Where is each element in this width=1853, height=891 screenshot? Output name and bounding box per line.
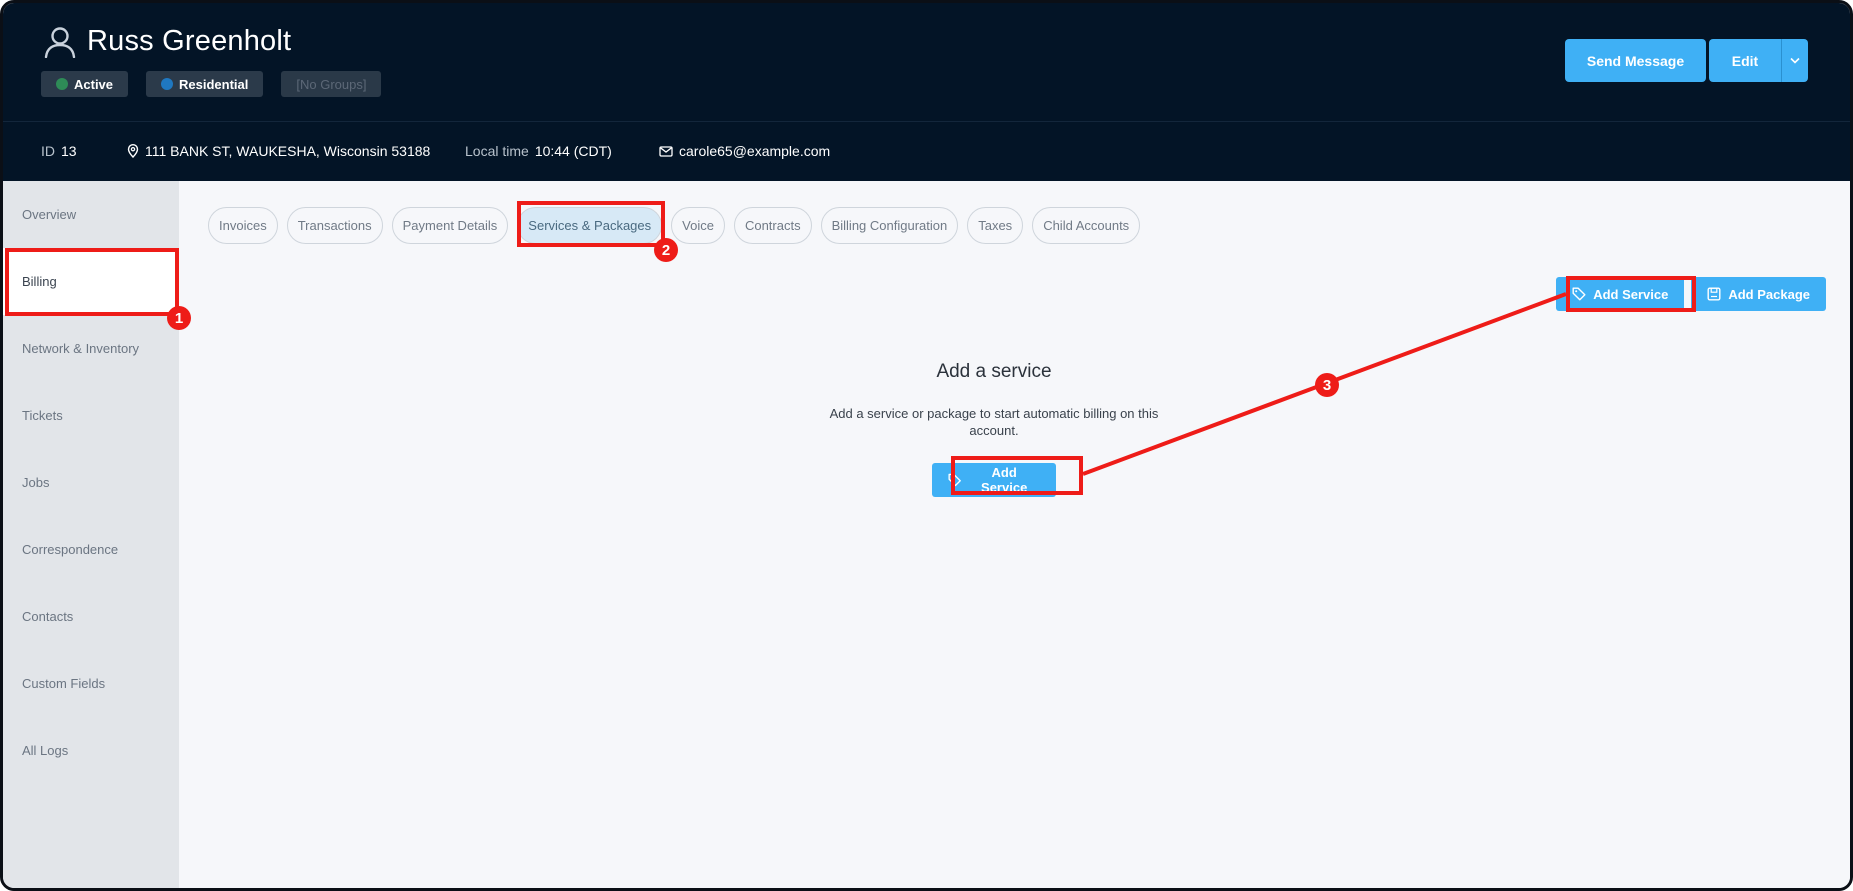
highlight-add-service-empty	[951, 456, 1083, 495]
sidebar-item-correspondence[interactable]: Correspondence	[3, 516, 179, 583]
location-pin-icon	[127, 144, 139, 158]
app-window: Russ Greenholt Active Residential [No Gr…	[0, 0, 1853, 891]
status-badges: Active Residential [No Groups]	[41, 71, 382, 97]
customer-local-time: Local time 10:44 (CDT)	[465, 143, 612, 159]
badge-label: [No Groups]	[296, 76, 367, 92]
customer-address: 111 BANK ST, WAUKESHA, Wisconsin 53188	[127, 143, 430, 159]
id-value: 13	[61, 143, 77, 159]
user-icon	[43, 26, 77, 58]
billing-tabs: Invoices Transactions Payment Details Se…	[208, 207, 1141, 244]
sidebar-item-network-inventory[interactable]: Network & Inventory	[3, 315, 179, 382]
highlight-services-packages-tab	[517, 201, 665, 247]
add-package-button[interactable]: Add Package	[1691, 277, 1826, 311]
status-dot-icon	[56, 78, 68, 90]
tab-payment-details[interactable]: Payment Details	[391, 207, 509, 244]
tab-child-accounts[interactable]: Child Accounts	[1032, 207, 1141, 244]
highlight-billing	[5, 248, 179, 316]
edit-button-group: Edit	[1709, 39, 1808, 82]
mail-icon	[659, 145, 673, 157]
address-text: 111 BANK ST, WAUKESHA, Wisconsin 53188	[145, 143, 431, 159]
badge-label: Active	[74, 76, 114, 92]
step-marker-1: 1	[167, 306, 191, 330]
edit-dropdown-toggle[interactable]	[1781, 39, 1808, 82]
customer-id: ID 13	[41, 143, 77, 159]
tab-contracts[interactable]: Contracts	[733, 207, 812, 244]
sidebar-item-jobs[interactable]: Jobs	[3, 449, 179, 516]
tab-invoices[interactable]: Invoices	[208, 207, 278, 244]
empty-state-title: Add a service	[936, 361, 1052, 382]
step-marker-3: 3	[1315, 373, 1339, 397]
tab-taxes[interactable]: Taxes	[967, 207, 1024, 244]
send-message-button[interactable]: Send Message	[1565, 39, 1706, 82]
customer-header: Russ Greenholt Active Residential [No Gr…	[3, 3, 1850, 181]
customer-title: Russ Greenholt	[43, 25, 291, 58]
header-actions: Send Message Edit	[1565, 39, 1808, 82]
category-badge-residential: Residential	[146, 71, 264, 97]
sidebar-item-custom-fields[interactable]: Custom Fields	[3, 650, 179, 717]
sidebar-item-contacts[interactable]: Contacts	[3, 583, 179, 650]
customer-email[interactable]: carole65@example.com	[659, 143, 830, 159]
sidebar-item-overview[interactable]: Overview	[3, 181, 179, 248]
tab-voice[interactable]: Voice	[671, 207, 725, 244]
highlight-add-service-top	[1566, 276, 1696, 312]
groups-badge: [No Groups]	[281, 71, 382, 97]
category-dot-icon	[161, 78, 174, 90]
empty-state-text: Add a service or package to start automa…	[829, 406, 1159, 438]
badge-label: Residential	[179, 76, 249, 92]
sidebar-item-all-logs[interactable]: All Logs	[3, 717, 179, 784]
add-package-label: Add Package	[1728, 286, 1810, 302]
header-top: Russ Greenholt Active Residential [No Gr…	[3, 3, 1850, 122]
customer-name: Russ Greenholt	[87, 25, 292, 57]
chevron-down-icon	[1790, 57, 1800, 64]
customer-info-bar: ID 13 111 BANK ST, WAUKESHA, Wisconsin 5…	[3, 123, 1850, 181]
package-icon	[1707, 287, 1721, 301]
id-label: ID	[41, 143, 55, 159]
tab-transactions[interactable]: Transactions	[286, 207, 383, 244]
step-marker-2: 2	[654, 238, 678, 262]
status-badge-active: Active	[41, 71, 129, 97]
tab-billing-configuration[interactable]: Billing Configuration	[820, 207, 959, 244]
edit-button[interactable]: Edit	[1709, 39, 1781, 82]
email-text[interactable]: carole65@example.com	[679, 143, 830, 159]
local-time-label: Local time	[465, 143, 529, 159]
sidebar-item-tickets[interactable]: Tickets	[3, 382, 179, 449]
local-time-value: 10:44 (CDT)	[534, 143, 612, 159]
